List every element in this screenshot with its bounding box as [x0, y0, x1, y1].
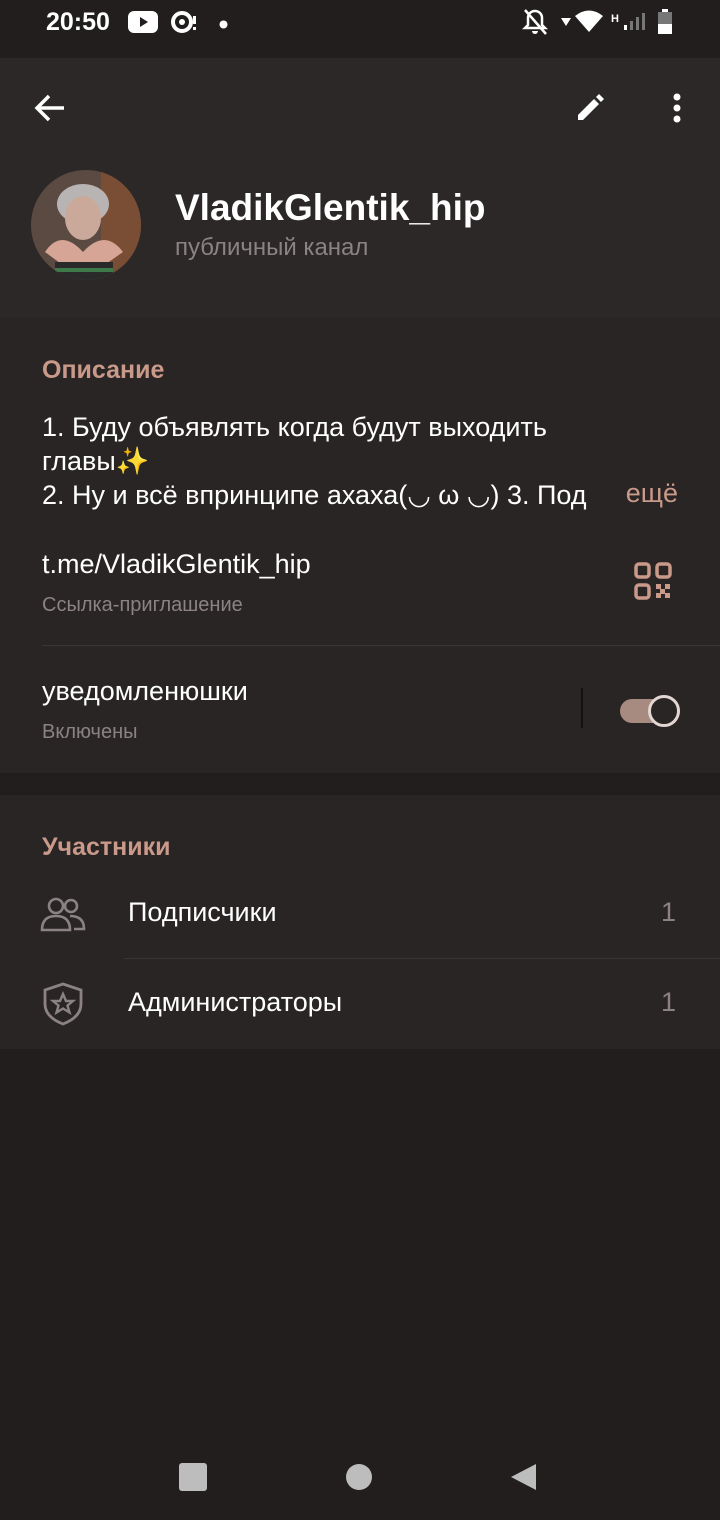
invite-link[interactable]: t.me/VladikGlentik_hip [42, 549, 311, 580]
toggle-thumb [648, 695, 680, 727]
people-icon [40, 891, 86, 937]
description-line: 1. Буду объявлять когда будут выходить [42, 412, 547, 442]
vertical-divider [581, 688, 583, 728]
more-options-button[interactable] [649, 80, 705, 136]
status-time: 20:50 [46, 8, 110, 36]
square-icon [179, 1463, 207, 1491]
notifications-status: Включены [42, 721, 138, 743]
notifications-title[interactable]: уведомленюшки [42, 676, 248, 707]
pencil-icon [578, 94, 604, 120]
show-more-link[interactable]: ещё [585, 478, 678, 509]
home-button[interactable] [344, 1462, 376, 1494]
youtube-icon [128, 11, 158, 38]
circle-icon [346, 1464, 372, 1490]
edit-button[interactable] [562, 80, 618, 136]
signal-icon [622, 11, 648, 36]
system-navigation-bar [0, 1440, 720, 1520]
administrators-count: 1 [660, 987, 676, 1017]
arrow-left-icon [34, 94, 64, 122]
administrators-label: Администраторы [128, 987, 343, 1017]
shield-star-icon [40, 981, 86, 1027]
status-bar: 20:50 H [0, 0, 720, 46]
channel-header: VladikGlentik_hip публичный канал [0, 58, 720, 318]
channel-name: VladikGlentik_hip [175, 187, 486, 228]
notifications-toggle[interactable] [620, 695, 680, 727]
members-title: Участники [42, 833, 171, 861]
qr-code-icon [634, 562, 672, 600]
back-nav-button[interactable] [508, 1462, 540, 1494]
notifications-off-icon [521, 8, 549, 41]
administrators-row[interactable]: Администраторы 1 [0, 959, 720, 1049]
channel-type: публичный канал [175, 234, 369, 261]
description-line: главы✨ [42, 446, 150, 476]
subscribers-label: Подписчики [128, 897, 277, 927]
subscribers-row[interactable]: Подписчики 1 [0, 869, 720, 959]
wifi-icon [574, 9, 604, 38]
qr-code-button[interactable] [634, 562, 674, 602]
description-title: Описание [42, 356, 165, 384]
invite-link-caption: Ссылка-приглашение [42, 594, 243, 616]
battery-icon [657, 9, 673, 40]
data-arrow-icon [561, 14, 571, 32]
channel-info-card: Описание 1. Буду объявлять когда будут в… [0, 318, 720, 773]
back-button[interactable] [22, 80, 78, 136]
divider [42, 645, 720, 646]
members-card: Участники Подписчики 1 Администраторы 1 [0, 795, 720, 1049]
network-type-label: H [611, 13, 619, 25]
channel-avatar[interactable] [31, 170, 141, 280]
notification-dot-icon [219, 16, 228, 34]
subscribers-count: 1 [660, 897, 676, 927]
more-vertical-icon [673, 93, 681, 123]
triangle-back-icon [511, 1464, 536, 1490]
sync-icon [170, 10, 198, 39]
recents-button[interactable] [178, 1462, 210, 1494]
